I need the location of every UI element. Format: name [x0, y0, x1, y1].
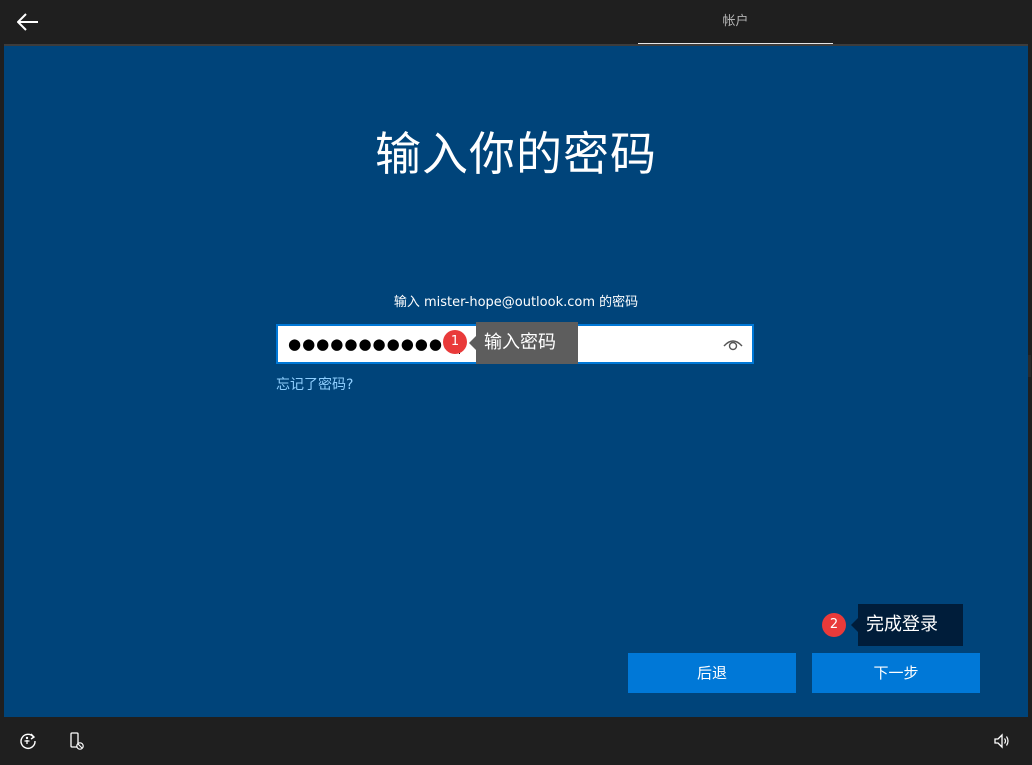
page-title: 输入你的密码	[375, 127, 657, 181]
back-button[interactable]: 后退	[628, 653, 796, 693]
volume-icon[interactable]	[992, 731, 1012, 751]
step-badge-2: 2	[822, 613, 846, 637]
eye-icon[interactable]	[722, 334, 744, 354]
step-badge-1: 1	[443, 330, 467, 354]
accessibility-icon[interactable]	[66, 731, 86, 751]
back-arrow-icon[interactable]	[14, 8, 42, 36]
forgot-password-link[interactable]: 忘记了密码?	[276, 374, 353, 394]
next-button[interactable]: 下一步	[812, 653, 980, 693]
bottom-bar	[0, 717, 1032, 765]
step-callout-1: 输入密码	[469, 322, 578, 364]
ease-of-access-icon[interactable]	[18, 731, 38, 751]
step-callout-2: 完成登录	[851, 604, 963, 646]
scroll-indicator	[1028, 355, 1031, 377]
password-prompt: 输入 mister-hope@outlook.com 的密码	[393, 295, 639, 310]
tab-account[interactable]: 帐户	[638, 0, 833, 44]
top-bar: 帐户	[0, 0, 1032, 45]
password-value: ●●●●●●●●●●●●	[288, 326, 461, 362]
